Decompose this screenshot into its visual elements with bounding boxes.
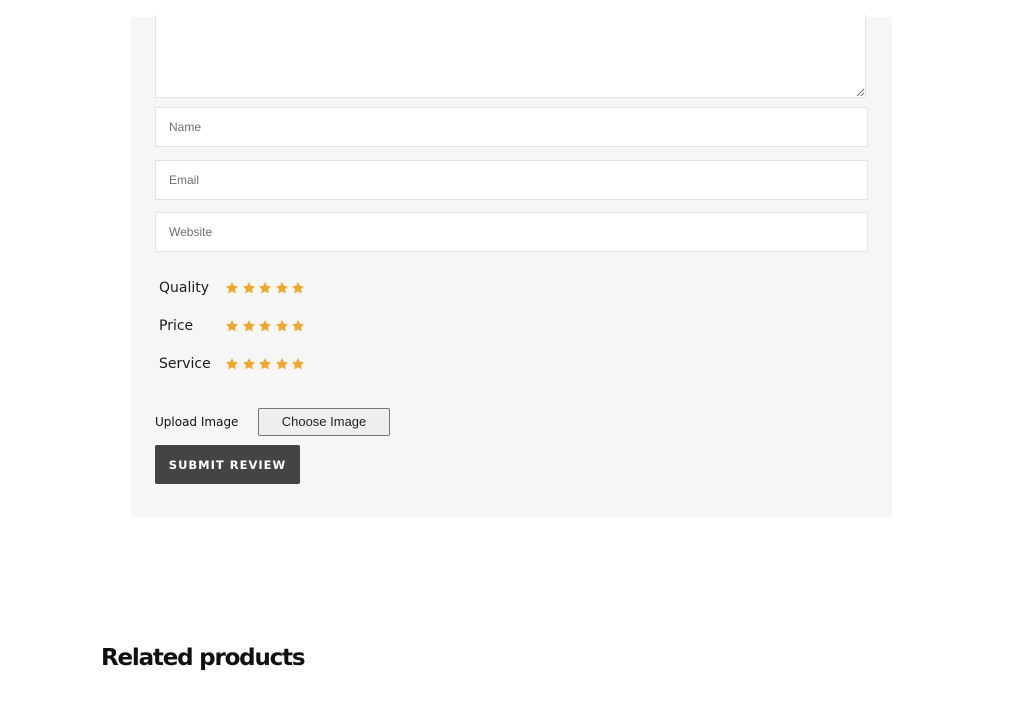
star-icon[interactable] [291, 357, 305, 371]
star-icon[interactable] [242, 319, 256, 333]
upload-image-label: Upload Image [155, 415, 239, 429]
page: Quality Price Service Upload Image Choos… [0, 0, 1024, 723]
star-icon[interactable] [242, 357, 256, 371]
star-rating-service[interactable] [225, 357, 305, 371]
upload-image-row: Upload Image Choose Image [155, 408, 390, 436]
star-icon[interactable] [291, 281, 305, 295]
related-products-heading: Related products [101, 645, 306, 671]
star-icon[interactable] [242, 281, 256, 295]
rating-row-service: Service [159, 353, 305, 375]
star-icon[interactable] [225, 281, 239, 295]
submit-review-button[interactable]: Submit Review [155, 445, 300, 484]
star-icon[interactable] [258, 357, 272, 371]
star-icon[interactable] [275, 357, 289, 371]
email-input[interactable] [155, 160, 868, 200]
choose-image-button[interactable]: Choose Image [258, 408, 390, 436]
rating-label: Price [159, 318, 194, 334]
star-icon[interactable] [225, 357, 239, 371]
star-icon[interactable] [258, 319, 272, 333]
star-icon[interactable] [291, 319, 305, 333]
star-rating-price[interactable] [225, 319, 305, 333]
rating-label: Service [159, 356, 211, 372]
star-icon[interactable] [275, 281, 289, 295]
name-input[interactable] [155, 107, 868, 147]
rating-row-price: Price [159, 315, 305, 337]
rating-label: Quality [159, 280, 210, 296]
star-rating-quality[interactable] [225, 281, 305, 295]
star-icon[interactable] [275, 319, 289, 333]
review-textarea[interactable] [155, 15, 866, 98]
website-input[interactable] [155, 212, 868, 252]
review-form-panel: Quality Price Service Upload Image Choos… [131, 15, 892, 517]
star-icon[interactable] [225, 319, 239, 333]
star-icon[interactable] [258, 281, 272, 295]
rating-row-quality: Quality [159, 277, 305, 299]
